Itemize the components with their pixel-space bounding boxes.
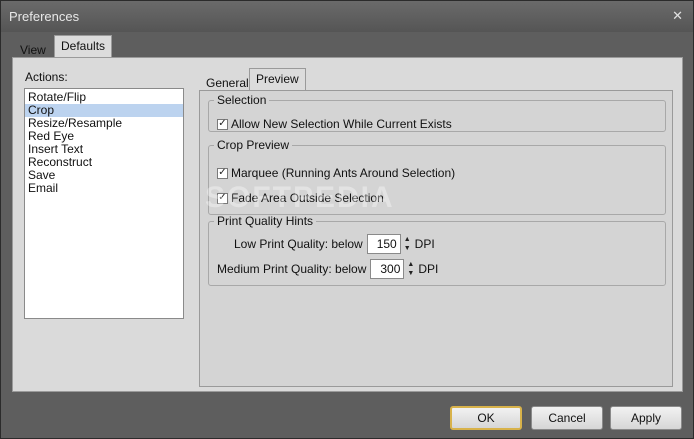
tab-defaults[interactable]: Defaults (54, 35, 113, 58)
preview-panel: Selection ✓ Allow New Selection While Cu… (199, 90, 673, 387)
checkmark-icon[interactable]: ✓ (217, 167, 228, 179)
allow-new-selection-checkbox[interactable]: ✓ Allow New Selection While Current Exis… (217, 117, 452, 131)
defaults-panel: Actions: Rotate/Flip Crop Resize/Resampl… (12, 57, 683, 392)
medium-print-quality-label: Medium Print Quality: below (217, 262, 367, 276)
fade-area-label: Fade Area Outside Selection (231, 191, 384, 205)
low-quality-unit: DPI (414, 237, 435, 251)
apply-button[interactable]: Apply (610, 406, 682, 430)
medium-quality-unit: DPI (418, 262, 439, 276)
title-bar: Preferences ✕ (1, 1, 693, 32)
marquee-checkbox[interactable]: ✓ Marquee (Running Ants Around Selection… (217, 166, 455, 180)
spin-down-icon[interactable]: ▼ (407, 269, 414, 278)
medium-print-quality-row: Medium Print Quality: below 300 ▲ ▼ DPI (217, 259, 438, 279)
tab-general[interactable]: General (199, 72, 256, 92)
tab-view[interactable]: View (13, 39, 53, 59)
low-print-quality-row: Low Print Quality: below 150 ▲ ▼ DPI (234, 234, 435, 254)
spin-up-icon[interactable]: ▲ (404, 235, 411, 244)
close-icon[interactable]: ✕ (672, 8, 683, 24)
marquee-label: Marquee (Running Ants Around Selection) (231, 166, 456, 180)
selection-group-title: Selection (217, 93, 267, 107)
window-title: Preferences (9, 9, 80, 24)
ok-button[interactable]: OK (450, 406, 522, 430)
preferences-dialog: Preferences ✕ View Defaults Actions: Rot… (0, 0, 694, 439)
crop-preview-group-title: Crop Preview (217, 138, 290, 152)
checkmark-icon[interactable]: ✓ (217, 118, 228, 130)
fade-area-checkbox[interactable]: ✓ Fade Area Outside Selection (217, 191, 384, 205)
spin-down-icon[interactable]: ▼ (404, 244, 411, 253)
low-quality-input[interactable]: 150 (366, 234, 401, 254)
allow-new-selection-label: Allow New Selection While Current Exists (231, 117, 452, 131)
spin-up-icon[interactable]: ▲ (407, 260, 414, 269)
actions-label: Actions: (25, 70, 68, 84)
medium-quality-input[interactable]: 300 (370, 259, 405, 279)
checkmark-icon[interactable]: ✓ (217, 192, 228, 204)
low-quality-stepper: 150 ▲ ▼ (366, 234, 411, 254)
medium-quality-stepper: 300 ▲ ▼ (370, 259, 414, 279)
list-item[interactable]: Email (25, 182, 183, 195)
actions-list[interactable]: Rotate/Flip Crop Resize/Resample Red Eye… (24, 88, 184, 319)
low-print-quality-label: Low Print Quality: below (234, 237, 363, 251)
print-quality-group-title: Print Quality Hints (217, 214, 314, 228)
cancel-button[interactable]: Cancel (531, 406, 603, 430)
tab-preview[interactable]: Preview (249, 68, 306, 91)
